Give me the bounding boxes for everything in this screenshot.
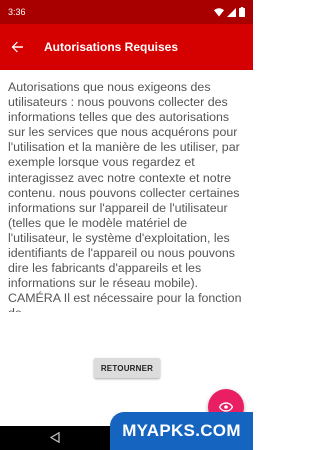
return-button[interactable]: RETOURNER — [94, 358, 160, 378]
permissions-text: Autorisations que nous exigeons des util… — [8, 80, 242, 312]
nav-back-triangle-icon[interactable] — [50, 432, 60, 443]
arrow-back-icon — [11, 41, 23, 53]
signal-icon — [227, 7, 236, 17]
status-icons — [214, 7, 245, 17]
eye-icon — [219, 402, 233, 412]
battery-icon — [239, 7, 245, 17]
watermark-banner: MYAPKS.COM — [110, 412, 253, 450]
app-bar: Autorisations Requises — [0, 24, 253, 70]
status-bar: 3:36 — [0, 0, 253, 24]
page-title: Autorisations Requises — [44, 40, 179, 54]
watermark-text: MYAPKS.COM — [122, 421, 241, 440]
wifi-icon — [214, 7, 224, 16]
status-time: 3:36 — [8, 7, 26, 17]
permissions-content[interactable]: Autorisations que nous exigeons des util… — [8, 80, 248, 312]
back-button[interactable] — [0, 24, 34, 70]
